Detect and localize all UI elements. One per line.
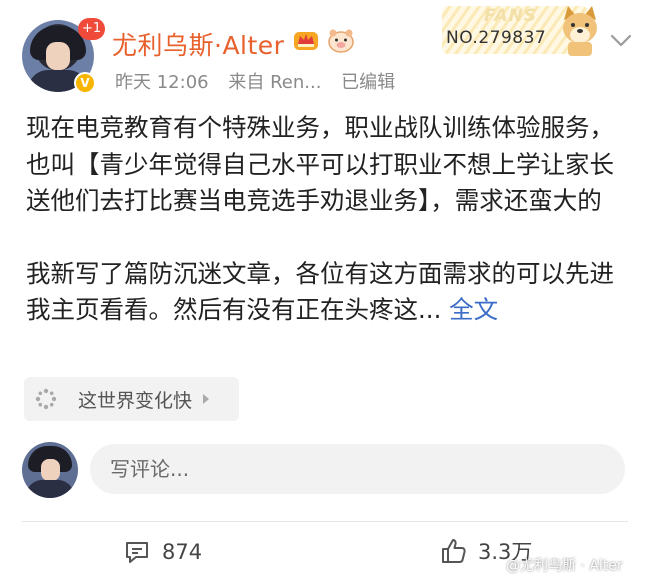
post-time: 昨天 12:06 <box>115 72 209 93</box>
edited-label[interactable]: 已编辑 <box>341 72 395 93</box>
comment-count: 874 <box>162 540 203 564</box>
thumbs-up-icon <box>442 539 466 563</box>
fans-card[interactable]: FANS NO.279837 <box>440 4 600 56</box>
post-source[interactable]: 来自 Ren... <box>228 72 321 93</box>
crown-icon <box>294 32 318 50</box>
comment-bubble-icon <box>126 542 148 563</box>
caret-right-icon <box>203 394 210 404</box>
post-header: +1 V 尤利乌斯·Alter 昨天 12:06 来自 Ren... 已编辑 F… <box>0 0 653 110</box>
doge-icon <box>563 6 597 56</box>
topic-chip[interactable]: 这世界变化快 <box>24 377 239 421</box>
sparkle-icon <box>35 388 57 410</box>
author-name[interactable]: 尤利乌斯·Alter <box>112 26 284 62</box>
fans-word: FANS <box>484 6 538 26</box>
post-paragraph-1: 现在电竞教育有个特殊业务，职业战队训练体验服务，也叫【青少年觉得自己水平可以打职… <box>26 113 614 215</box>
comment-row: 写评论... <box>0 440 653 500</box>
pig-face-icon <box>328 29 354 53</box>
fans-number: NO.279837 <box>446 28 547 48</box>
chevron-down-icon[interactable] <box>610 34 632 48</box>
verified-badge: V <box>74 72 96 94</box>
post-paragraph-2: 我新写了篇防沉迷文章，各位有这方面需求的可以先进我主页看看。然后有没有正在头疼这… <box>26 256 626 329</box>
post-paragraph-2-text: 我新写了篇防沉迷文章，各位有这方面需求的可以先进我主页看看。然后有没有正在头疼这… <box>26 258 614 325</box>
topic-label: 这世界变化快 <box>78 389 193 412</box>
notification-badge: +1 <box>78 18 106 40</box>
watermark: @尤利乌斯 · Alter <box>506 558 623 574</box>
comment-button[interactable]: 874 <box>124 540 202 564</box>
comment-input[interactable]: 写评论... <box>90 444 625 494</box>
avatar[interactable] <box>22 442 78 498</box>
post-body: 现在电竞教育有个特殊业务，职业战队训练体验服务，也叫【青少年觉得自己水平可以打职… <box>26 110 626 329</box>
post-meta: 昨天 12:06 来自 Ren... 已编辑 <box>115 68 409 94</box>
divider <box>22 521 628 522</box>
full-text-link[interactable]: 全文 <box>449 295 498 324</box>
author-avatar-wrap[interactable]: +1 V <box>22 18 106 94</box>
